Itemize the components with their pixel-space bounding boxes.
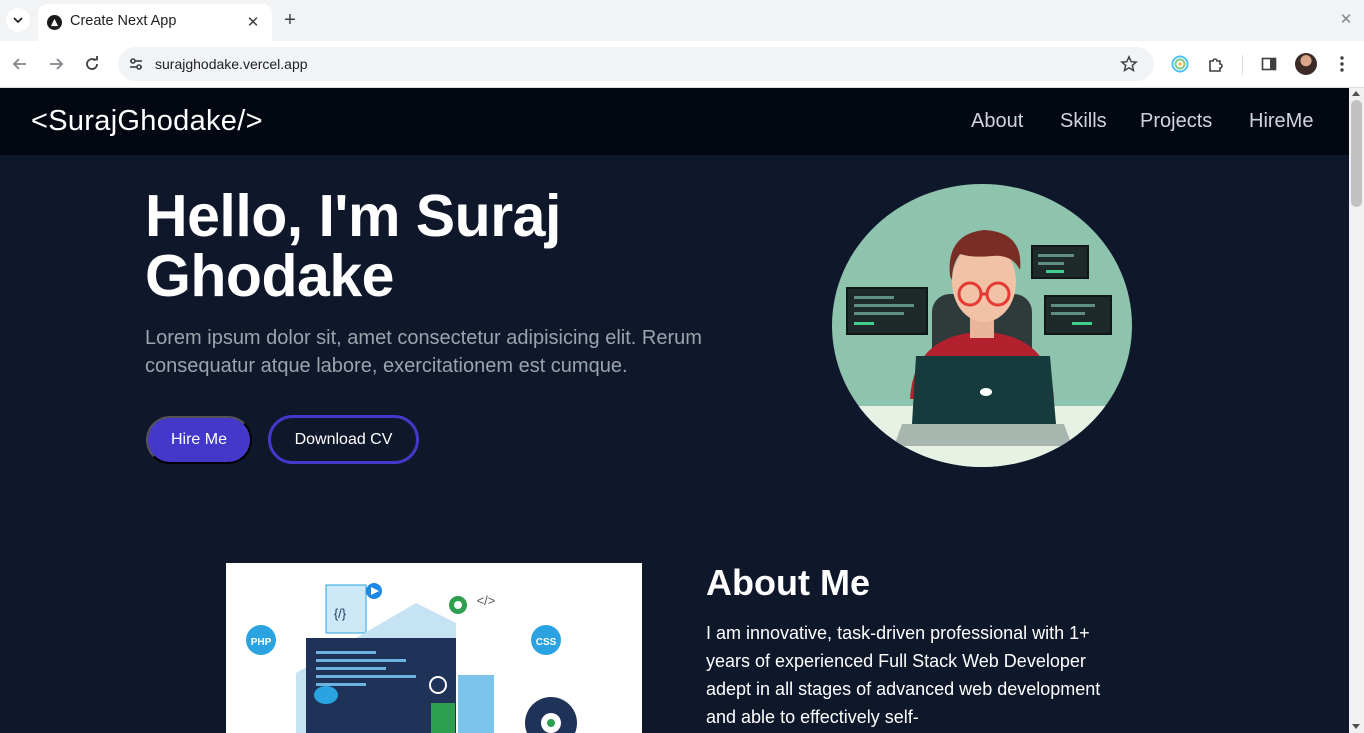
extensions-puzzle-icon[interactable] (1205, 53, 1227, 75)
forward-arrow-icon[interactable] (44, 52, 68, 76)
nav-link-about[interactable]: About (971, 110, 1023, 133)
nav-link-projects[interactable]: Projects (1140, 110, 1212, 133)
window-close-icon[interactable]: ✕ (1336, 9, 1356, 29)
page-viewport: <SurajGhodake/> About Skills Projects Hi… (0, 88, 1349, 733)
more-menu-icon[interactable] (1331, 53, 1353, 75)
browser-tab-active[interactable]: Create Next App ✕ (38, 4, 272, 41)
site-info-icon[interactable] (126, 54, 146, 74)
address-bar[interactable]: surajghodake.vercel.app (118, 47, 1154, 81)
site-logo[interactable]: <SurajGhodake/> (31, 105, 263, 138)
site-navbar: <SurajGhodake/> About Skills Projects Hi… (0, 88, 1349, 155)
tech-isometric-graphic: PHP CSS {/} </> (246, 583, 577, 733)
chevron-down-icon (13, 17, 23, 24)
back-arrow-icon[interactable] (8, 52, 32, 76)
browser-toolbar: surajghodake.vercel.app (0, 41, 1364, 88)
hero-subtitle: Lorem ipsum dolor sit, amet consectetur … (145, 327, 702, 377)
about-description: I am innovative, task-driven professiona… (706, 623, 1101, 727)
php-badge-text: PHP (251, 637, 272, 648)
tag-text: </> (477, 593, 496, 608)
tab-close-icon[interactable]: ✕ (243, 12, 263, 32)
profile-avatar[interactable] (1295, 53, 1317, 75)
toolbar-divider (1242, 55, 1243, 75)
nav-link-hireme[interactable]: HireMe (1249, 110, 1313, 133)
url-text[interactable]: surajghodake.vercel.app (155, 56, 308, 72)
hero-heading: Hello, I'm Suraj Ghodake (145, 183, 561, 309)
page-scrollbar[interactable] (1349, 88, 1364, 733)
side-panel-icon[interactable] (1258, 53, 1280, 75)
about-illustration: PHP CSS {/} </> (226, 563, 642, 733)
tab-title: Create Next App (70, 13, 177, 29)
scrollbar-thumb[interactable] (1351, 100, 1362, 207)
extension-colorful-icon[interactable] (1169, 53, 1191, 75)
nav-link-skills[interactable]: Skills (1060, 110, 1107, 133)
new-tab-button[interactable]: + (279, 9, 301, 31)
hire-me-button[interactable]: Hire Me (146, 416, 252, 464)
scroll-up-arrow-icon[interactable] (1352, 91, 1360, 96)
code-window-text: {/} (334, 606, 347, 621)
nextjs-favicon-icon (47, 15, 62, 30)
scroll-down-arrow-icon[interactable] (1352, 724, 1360, 729)
developer-illustration (832, 184, 1132, 467)
reload-icon[interactable] (80, 52, 104, 76)
tab-search-button[interactable] (6, 8, 30, 32)
bookmark-star-icon[interactable] (1118, 53, 1140, 75)
about-heading: About Me (706, 562, 870, 603)
css-badge-text: CSS (536, 637, 557, 648)
download-cv-button[interactable]: Download CV (268, 415, 419, 464)
browser-tab-strip: Create Next App ✕ + ✕ (0, 0, 1364, 41)
